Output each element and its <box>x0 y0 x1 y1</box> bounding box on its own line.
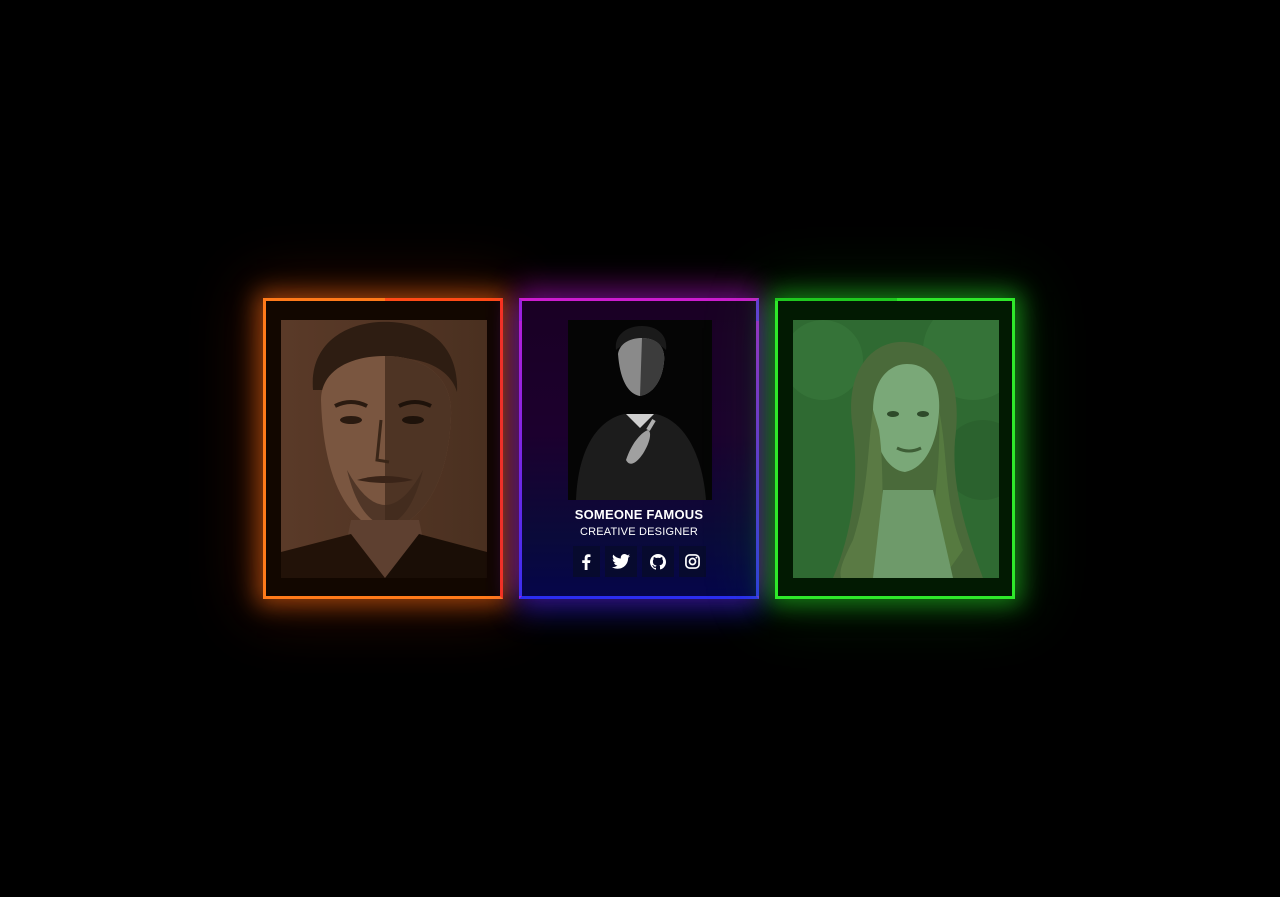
profile-photo-woman <box>793 320 999 578</box>
profile-role: CREATIVE DESIGNER <box>579 526 699 538</box>
profile-cards-stage: SOMEONE FAMOUS CREATIVE DESIGNER <box>0 0 1280 897</box>
profile-name: SOMEONE FAMOUS <box>574 507 704 522</box>
facebook-icon <box>582 553 591 570</box>
profile-card-featured[interactable]: SOMEONE FAMOUS CREATIVE DESIGNER <box>519 298 759 599</box>
twitter-icon <box>611 554 630 569</box>
profile-card-orange[interactable] <box>263 298 503 599</box>
social-links <box>522 546 756 577</box>
profile-card-green[interactable] <box>775 298 1015 599</box>
profile-photo-featured <box>568 320 712 500</box>
twitter-button[interactable] <box>604 546 637 577</box>
instagram-icon <box>684 554 700 569</box>
instagram-button[interactable] <box>678 546 706 577</box>
github-icon <box>649 553 666 570</box>
profile-photo-man <box>281 320 487 578</box>
github-button[interactable] <box>641 546 674 577</box>
facebook-button[interactable] <box>572 546 600 577</box>
